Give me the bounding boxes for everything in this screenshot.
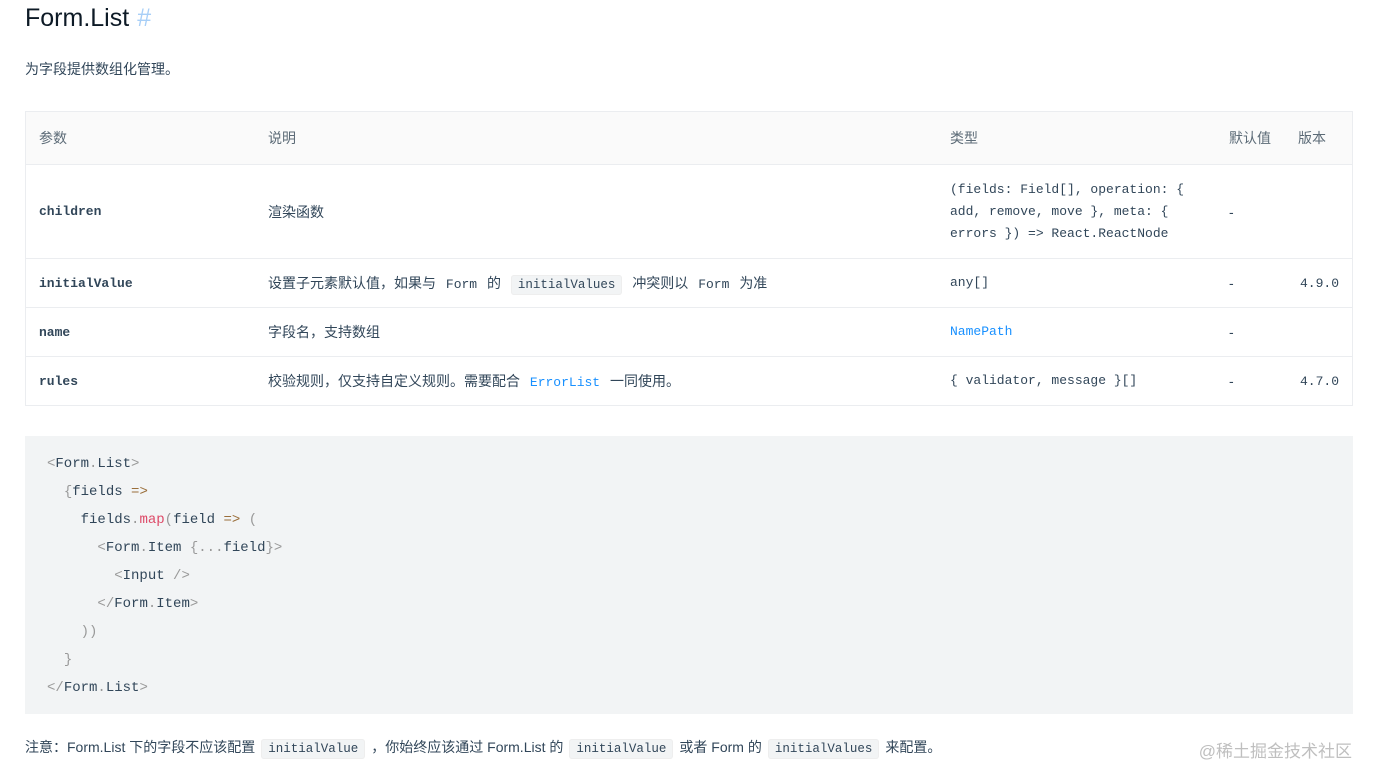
param-version	[1285, 164, 1353, 259]
anchor-link[interactable]: #	[137, 4, 151, 32]
inline-code: initialValue	[261, 739, 366, 759]
param-name: children	[25, 164, 255, 259]
param-name: rules	[25, 356, 255, 406]
inline-code: initialValues	[767, 739, 880, 759]
code-line: </Form.Item>	[97, 596, 199, 612]
section-title: Form.List #	[25, 4, 151, 33]
errorlist-link[interactable]: ErrorList	[530, 375, 600, 390]
param-type: { validator, message }[]	[937, 356, 1216, 406]
header-desc: 说明	[255, 111, 937, 165]
table-row: initialValue 设置子元素默认值，如果与 Form 的 initial…	[25, 258, 1353, 308]
param-desc: 校验规则，仅支持自定义规则。需要配合 ErrorList 一同使用。	[255, 356, 937, 406]
type-line: (fields: Field[], operation: {	[950, 181, 1185, 197]
code-line: <Input />	[114, 568, 190, 584]
type-line: errors }) => React.ReactNode	[950, 225, 1169, 241]
param-desc: 字段名，支持数组	[255, 307, 937, 357]
desc-text: 一同使用。	[610, 373, 680, 389]
section-description: 为字段提供数组化管理。	[25, 61, 179, 77]
header-type: 类型	[937, 111, 1216, 165]
param-default: -	[1216, 356, 1285, 406]
desc-code: Form	[698, 277, 730, 292]
note-part: 或者 Form 的	[679, 739, 762, 755]
code-line: <Form.List>	[47, 456, 140, 472]
param-version: 4.9.0	[1285, 258, 1353, 308]
watermark: @稀土掘金技术社区	[1198, 742, 1352, 761]
code-line: ))	[80, 624, 98, 640]
inline-code: initialValues	[510, 275, 623, 295]
code-line: <Form.Item {...field}>	[97, 540, 283, 556]
code-block[interactable]: <Form.List> {fields => fields.map(field …	[25, 436, 1353, 714]
param-default: -	[1216, 258, 1285, 308]
note-text: 注意：Form.List 下的字段不应该配置 initialValue ，你始终应该…	[25, 737, 942, 759]
inline-code: initialValue	[569, 739, 674, 759]
header-version: 版本	[1285, 111, 1353, 165]
header-default: 默认值	[1216, 111, 1285, 165]
note-part: ，你始终应该通过 Form.List 的	[371, 739, 564, 755]
param-type: (fields: Field[], operation: { add, remo…	[937, 164, 1216, 259]
param-name: name	[25, 307, 255, 357]
code-line: fields.map(field => (	[80, 512, 258, 528]
type-line: add, remove, move }, meta: {	[950, 203, 1169, 219]
code-line: </Form.List>	[47, 680, 148, 696]
desc-text: 为准	[739, 275, 768, 291]
param-version	[1285, 307, 1353, 357]
param-version: 4.7.0	[1285, 356, 1353, 406]
param-default: -	[1216, 164, 1285, 259]
desc-text: 冲突则以	[632, 275, 689, 291]
api-table: 参数 说明 类型 默认值 版本 children 渲染函数 (fields: F…	[25, 111, 1353, 406]
namepath-link[interactable]: NamePath	[937, 307, 1216, 357]
param-desc: 渲染函数	[255, 164, 937, 259]
header-param: 参数	[25, 111, 255, 165]
table-row: name 字段名，支持数组 NamePath -	[25, 307, 1353, 357]
param-default: -	[1216, 307, 1285, 357]
note-part: 来配置。	[885, 739, 942, 755]
table-row: rules 校验规则，仅支持自定义规则。需要配合 ErrorList 一同使用。…	[25, 356, 1353, 406]
table-row: children 渲染函数 (fields: Field[], operatio…	[25, 164, 1353, 259]
code-line: {fields =>	[63, 484, 148, 500]
table-header-row: 参数 说明 类型 默认值 版本	[25, 111, 1353, 165]
code-line: }	[63, 652, 73, 668]
param-name: initialValue	[25, 258, 255, 308]
desc-text: 的	[487, 275, 501, 291]
note-part: 注意：Form.List 下的字段不应该配置	[25, 739, 256, 755]
param-type: any[]	[937, 258, 1216, 308]
desc-text: 设置子元素默认值，如果与	[268, 275, 436, 291]
desc-text: 校验规则，仅支持自定义规则。需要配合	[268, 373, 520, 389]
section-title-text: Form.List	[25, 4, 130, 32]
param-desc: 设置子元素默认值，如果与 Form 的 initialValues 冲突则以 F…	[255, 258, 937, 308]
desc-code: Form	[445, 277, 478, 292]
